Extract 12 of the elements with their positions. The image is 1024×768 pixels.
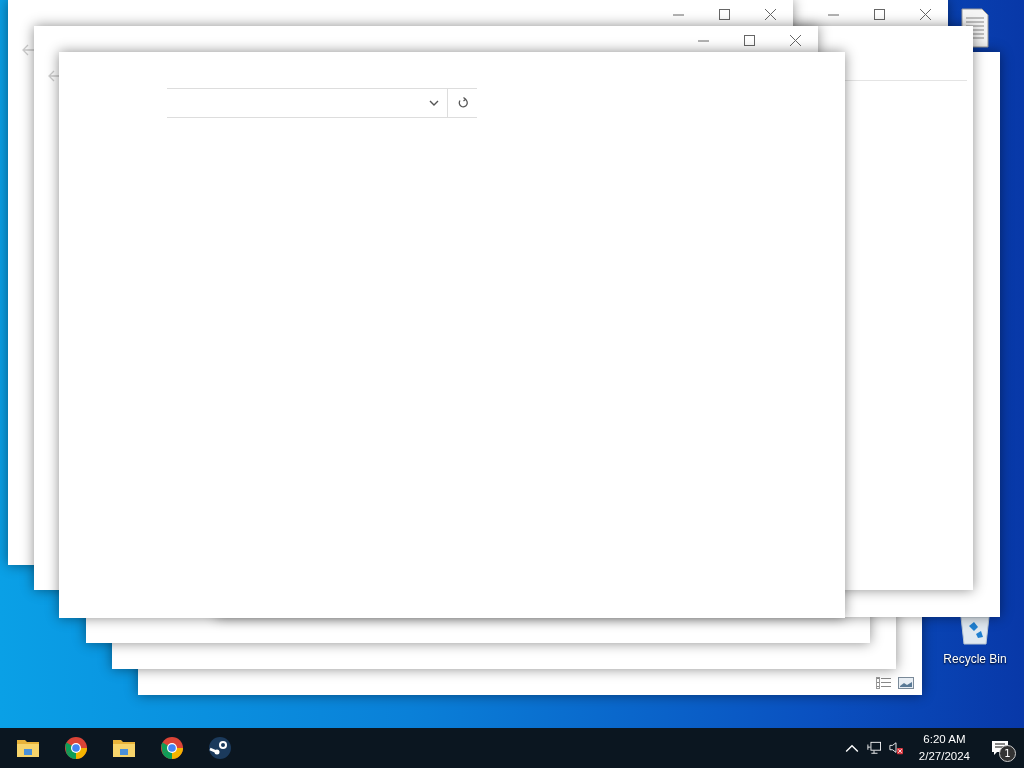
notifications-button[interactable]: 1: [986, 734, 1014, 762]
recycle-bin-icon[interactable]: [957, 614, 993, 646]
refresh-icon: [456, 97, 469, 109]
recycle-bin-label[interactable]: Recycle Bin: [938, 652, 1012, 666]
details-view-icon[interactable]: [876, 677, 892, 689]
dropdown-field[interactable]: [167, 88, 447, 118]
muted-speaker-icon[interactable]: [888, 741, 903, 755]
chevron-down-icon: [429, 100, 439, 106]
clock[interactable]: 6:20 AM 2/27/2024: [910, 731, 978, 765]
preview-icon[interactable]: [898, 677, 914, 689]
network-icon[interactable]: [866, 741, 881, 755]
refresh-button[interactable]: [447, 88, 477, 118]
